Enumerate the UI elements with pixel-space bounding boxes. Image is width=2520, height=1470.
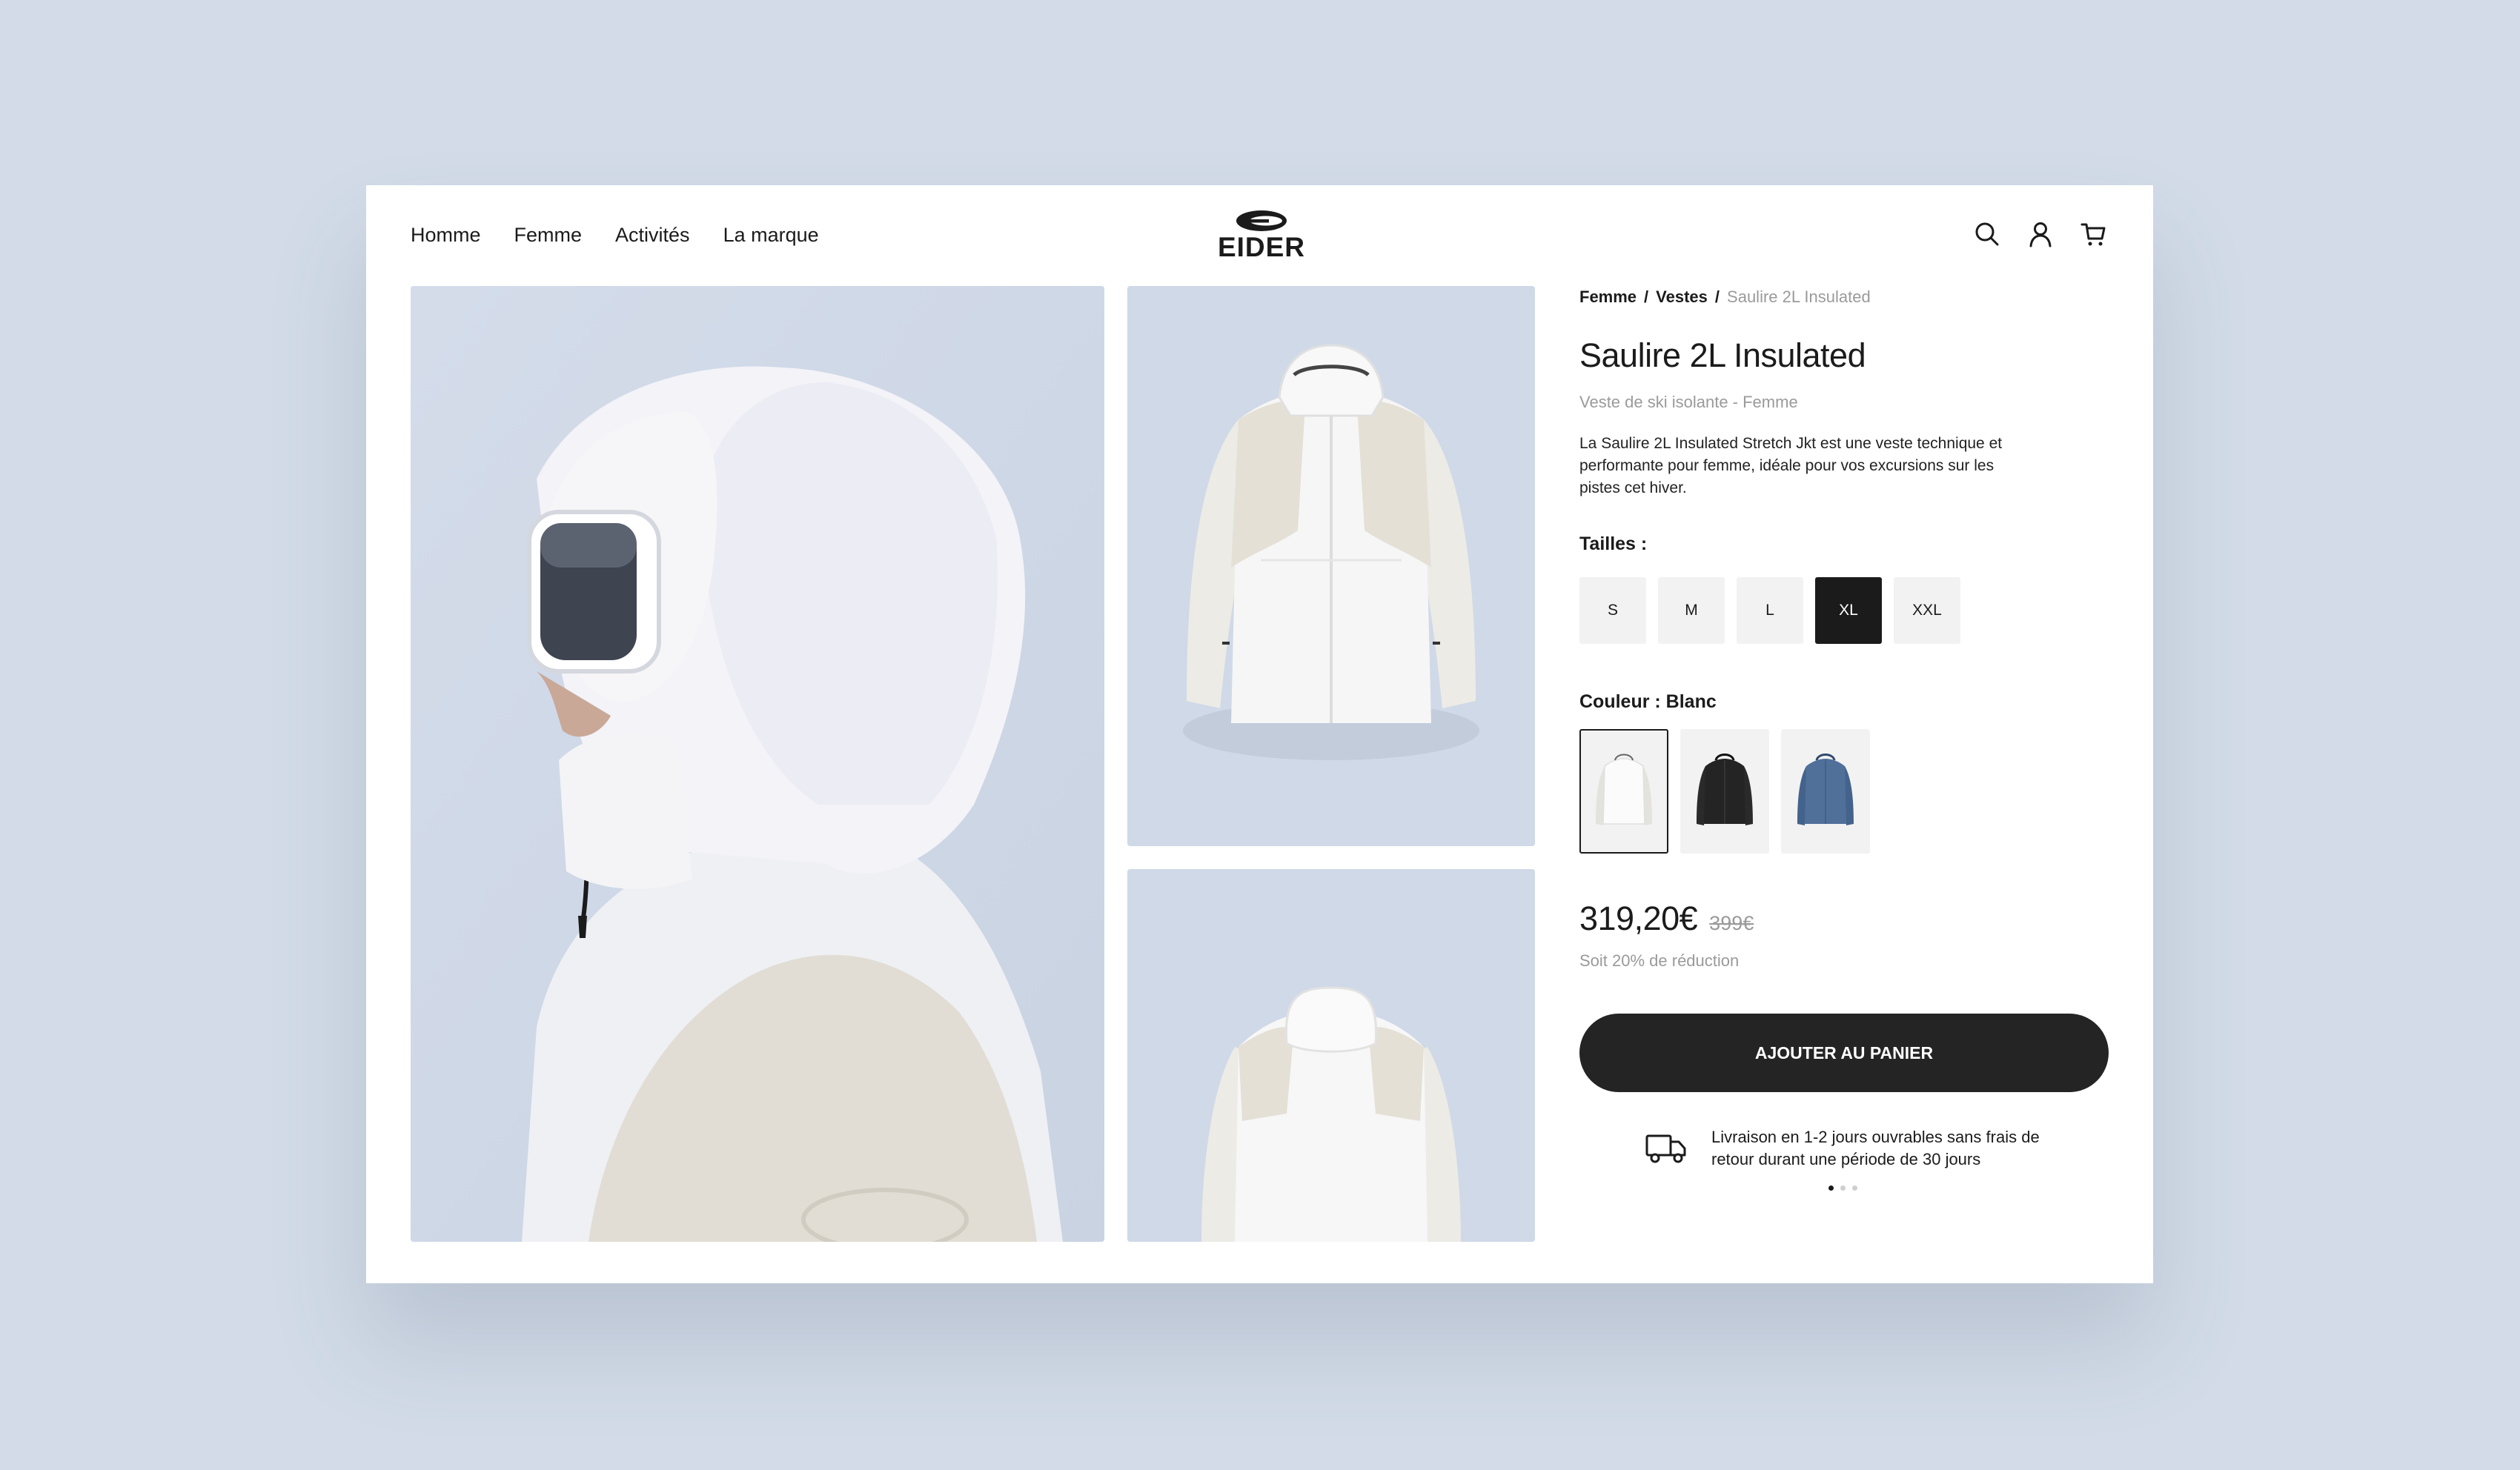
product-info-panel: Femme / Vestes / Saulire 2L Insulated Sa… [1579,286,2110,1191]
color-swatch-blanc[interactable] [1579,729,1668,854]
model-hood-illustration [411,286,1104,1242]
breadcrumb-separator: / [1644,287,1649,306]
product-photo-main[interactable] [411,286,1104,1242]
product-page-window: Homme Femme Activités La marque EIDER Fe… [366,185,2153,1283]
logo-text: EIDER [1218,232,1305,259]
eider-logo-mark: EIDER [1218,210,1305,262]
size-option-s[interactable]: S [1579,577,1646,644]
add-to-cart-button[interactable]: AJOUTER AU PANIER [1579,1014,2109,1092]
product-title: Saulire 2L Insulated [1579,336,1866,374]
color-swatch-noir[interactable] [1680,729,1769,854]
nav-item-femme[interactable]: Femme [514,224,583,247]
breadcrumb-current: Saulire 2L Insulated [1727,287,1871,306]
jacket-thumbnail-black [1697,754,1753,825]
carousel-dot-2[interactable] [1840,1185,1846,1191]
breadcrumb-separator: / [1714,287,1720,306]
size-option-xl[interactable]: XL [1815,577,1882,644]
main-nav: Homme Femme Activités La marque [411,224,819,247]
breadcrumb-item-femme[interactable]: Femme [1579,287,1637,307]
color-selector [1579,729,2110,854]
size-option-l[interactable]: L [1737,577,1803,644]
truck-icon [1645,1134,1686,1163]
color-swatch-bleu[interactable] [1781,729,1870,854]
brand-logo[interactable]: EIDER [1201,207,1322,262]
carousel-dots [1579,1185,2110,1191]
user-icon[interactable] [2027,221,2054,247]
carousel-dot-3[interactable] [1851,1185,1857,1191]
jacket-thumbnail-blue [1797,754,1854,825]
product-photo-front[interactable] [1127,286,1535,846]
carousel-dot-1[interactable] [1828,1185,1834,1191]
color-label: Couleur : Blanc [1579,691,1717,712]
jacket-thumbnail-white [1596,754,1652,825]
size-option-xxl[interactable]: XXL [1894,577,1960,644]
discount-text: Soit 20% de réduction [1579,951,1740,970]
delivery-text: Livraison en 1-2 jours ouvrables sans fr… [1711,1128,2040,1168]
cart-icon[interactable] [2080,221,2107,247]
jacket-back-illustration [1127,869,1535,1242]
current-price: 319,20€ [1579,899,1698,937]
search-icon[interactable] [1974,221,2000,247]
nav-item-la-marque[interactable]: La marque [723,224,819,247]
nav-item-homme[interactable]: Homme [411,224,481,247]
breadcrumb-item-vestes[interactable]: Vestes [1656,287,1708,307]
breadcrumb: Femme / Vestes / Saulire 2L Insulated [1579,286,2110,308]
product-photo-back[interactable] [1127,869,1535,1242]
delivery-info: Livraison en 1-2 jours ouvrables sans fr… [1579,1126,2110,1171]
jacket-front-illustration [1127,286,1535,846]
sizes-label: Tailles : [1579,533,1648,554]
price-row: 319,20€ 399€ [1579,899,2110,938]
product-subtitle: Veste de ski isolante - Femme [1579,393,1798,411]
nav-item-activites[interactable]: Activités [615,224,690,247]
header-actions [1974,221,2107,247]
size-option-m[interactable]: M [1658,577,1725,644]
original-price: 399€ [1709,912,1754,934]
product-description: La Saulire 2L Insulated Stretch Jkt est … [1579,435,2003,496]
size-selector: S M L XL XXL [1579,577,2110,644]
